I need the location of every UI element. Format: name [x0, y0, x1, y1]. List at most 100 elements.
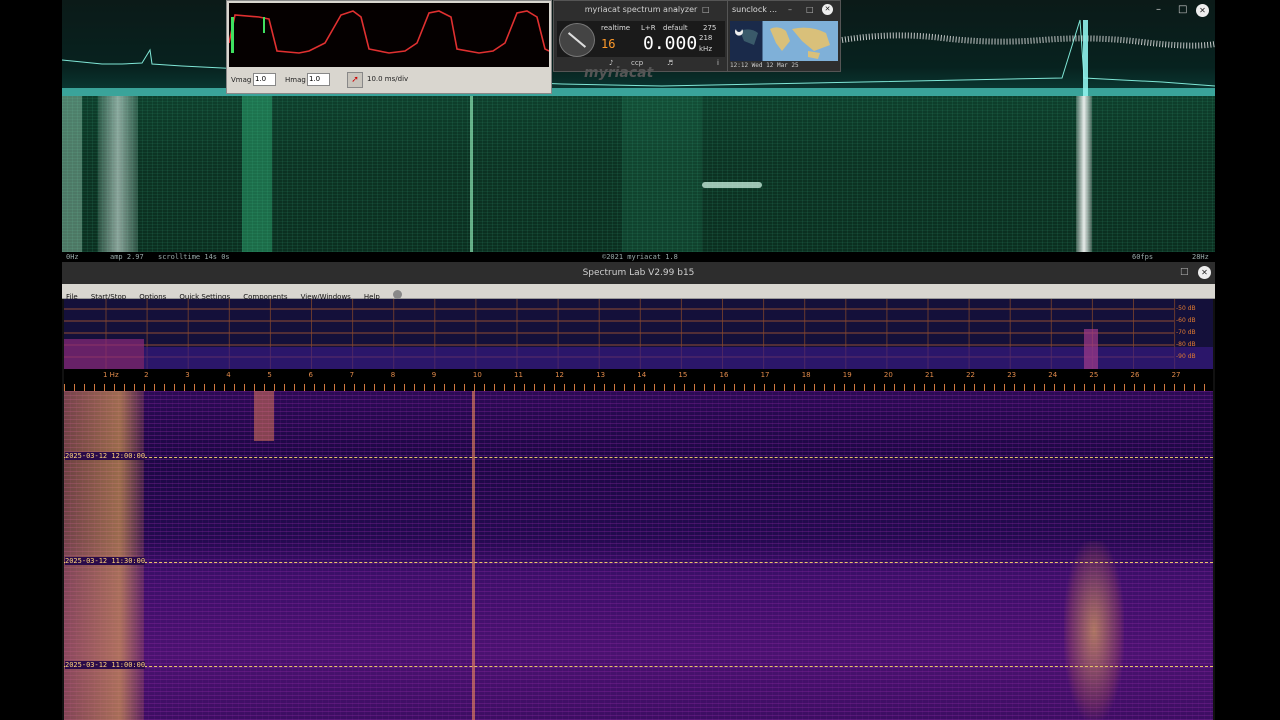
freq-tick-label: 8: [390, 371, 396, 379]
preset-label[interactable]: default: [663, 24, 688, 32]
scale-minor-tick: [1074, 384, 1075, 391]
scale-minor-tick: [1084, 384, 1085, 391]
scale-minor-tick: [1014, 384, 1015, 391]
scale-minor-tick: [154, 384, 155, 391]
scale-minor-tick: [204, 384, 205, 391]
timestamp-line: 2025-03-12 11:30:00: [64, 557, 1213, 565]
frequency-scale: 1 Hz 2 3 4 5 6 7 8 9 10 11 12 13 14 15 16 17 18 19 20 21 22 23…: [64, 369, 1213, 391]
scale-minor-tick: [614, 384, 615, 391]
db-label: -70 dB: [1176, 329, 1196, 336]
sunclock-maximize-button[interactable]: □: [806, 5, 814, 14]
scale-minor-tick: [94, 384, 95, 391]
scale-minor-tick: [84, 384, 85, 391]
scale-minor-tick: [314, 384, 315, 391]
spectrum-lab-window: Spectrum Lab V2.99 b15 □ ✕ File Start/St…: [62, 262, 1215, 720]
scale-minor-tick: [644, 384, 645, 391]
analyzer-minimize-button[interactable]: –: [674, 5, 678, 14]
freq-tick-label: 13: [596, 371, 606, 379]
scale-minor-tick: [424, 384, 425, 391]
scale-minor-tick: [1134, 384, 1135, 391]
5hz-blob: [254, 391, 274, 441]
scale-minor-tick: [934, 384, 935, 391]
analyzer-maximize-button[interactable]: □: [702, 5, 710, 14]
scale-minor-tick: [374, 384, 375, 391]
close-button[interactable]: ✕: [1196, 4, 1209, 17]
scale-minor-tick: [944, 384, 945, 391]
timestamp-line: 2025-03-12 12:00:00: [64, 452, 1213, 460]
mode-label[interactable]: realtime: [601, 24, 630, 32]
oscilloscope-screen: [228, 3, 550, 67]
db-label: -80 dB: [1176, 341, 1196, 348]
vmag-label: Vmag: [231, 76, 252, 84]
analyzer-display: realtime L+R default 275 16 0.000 218 kH…: [557, 21, 725, 57]
scale-minor-tick: [674, 384, 675, 391]
scale-minor-tick: [904, 384, 905, 391]
oscilloscope-window: Vmag 1.0 Hmag 1.0 ➚ 10.0 ms/div: [226, 0, 552, 94]
scale-minor-tick: [134, 384, 135, 391]
menu-bar: File Start/Stop Options Quick Settings C…: [62, 284, 1215, 301]
analyzer-button-4[interactable]: i: [717, 59, 719, 67]
scale-minor-tick: [604, 384, 605, 391]
scale-minor-tick: [1104, 384, 1105, 391]
scale-minor-tick: [224, 384, 225, 391]
scale-minor-tick: [844, 384, 845, 391]
freq-unit: kHz: [699, 45, 712, 53]
scale-minor-tick: [324, 384, 325, 391]
scale-minor-tick: [774, 384, 775, 391]
scale-minor-tick: [664, 384, 665, 391]
myriacat-status-bar: 0Hz amp 2.97 scrolltime 14s 0s ©2021 myr…: [62, 252, 1215, 262]
scale-minor-tick: [294, 384, 295, 391]
level-knob-icon[interactable]: [559, 23, 595, 57]
hmag-input[interactable]: 1.0: [307, 73, 330, 86]
scale-minor-tick: [694, 384, 695, 391]
myriacat-waterfall: [62, 96, 1215, 252]
scale-minor-tick: [1154, 384, 1155, 391]
freq-tick-label: 14: [637, 371, 647, 379]
freq-tick-label: 4: [226, 371, 231, 379]
scale-minor-tick: [884, 384, 885, 391]
freq-small: 218: [699, 34, 713, 42]
scale-minor-tick: [574, 384, 575, 391]
freq-tick-label: 11: [514, 371, 523, 379]
myriacat-watermark: myriacat: [584, 65, 654, 81]
oscilloscope-trace: [228, 10, 550, 54]
vmag-input[interactable]: 1.0: [253, 73, 276, 86]
maximize-button[interactable]: □: [1178, 4, 1187, 15]
scale-minor-tick: [724, 384, 725, 391]
timestamp-label: 2025-03-12 12:00:00: [65, 452, 146, 460]
scale-minor-tick: [394, 384, 395, 391]
sl-maximize-button[interactable]: □: [1180, 267, 1189, 277]
scale-minor-tick: [824, 384, 825, 391]
status-copyright: ©2021 myriacat 1.8: [602, 253, 678, 261]
scale-minor-tick: [1094, 384, 1095, 391]
cursor-tool-icon[interactable]: ➚: [347, 72, 363, 88]
scale-minor-tick: [494, 384, 495, 391]
sl-close-button[interactable]: ✕: [1198, 266, 1211, 279]
world-map: [730, 21, 838, 61]
status-left-freq: 0Hz: [66, 253, 79, 261]
scale-minor-tick: [304, 384, 305, 391]
freq-tick-label: 5: [267, 371, 272, 379]
scale-minor-tick: [534, 384, 535, 391]
scale-minor-tick: [334, 384, 335, 391]
minimize-button[interactable]: –: [1156, 4, 1161, 15]
scale-minor-tick: [484, 384, 485, 391]
scale-minor-tick: [734, 384, 735, 391]
channel-label[interactable]: L+R: [641, 24, 656, 32]
scale-minor-tick: [64, 384, 65, 391]
analyzer-button-3[interactable]: ♬: [667, 59, 673, 67]
scale-minor-tick: [594, 384, 595, 391]
freq-tick-label: 15: [678, 371, 688, 379]
scale-minor-tick: [864, 384, 865, 391]
sunclock-close-button[interactable]: ✕: [822, 4, 833, 15]
world-map-image: [735, 27, 830, 59]
scale-minor-tick: [894, 384, 895, 391]
db-label: -90 dB: [1176, 353, 1196, 360]
scale-minor-tick: [994, 384, 995, 391]
freq-tick-label: 12: [555, 371, 565, 379]
10hz-line: [472, 391, 475, 720]
status-amp: amp 2.97: [110, 253, 144, 261]
freq-tick-label: 25: [1089, 371, 1099, 379]
sunclock-minimize-button[interactable]: –: [788, 5, 792, 14]
timestamp-label: 2025-03-12 11:30:00: [65, 557, 146, 565]
